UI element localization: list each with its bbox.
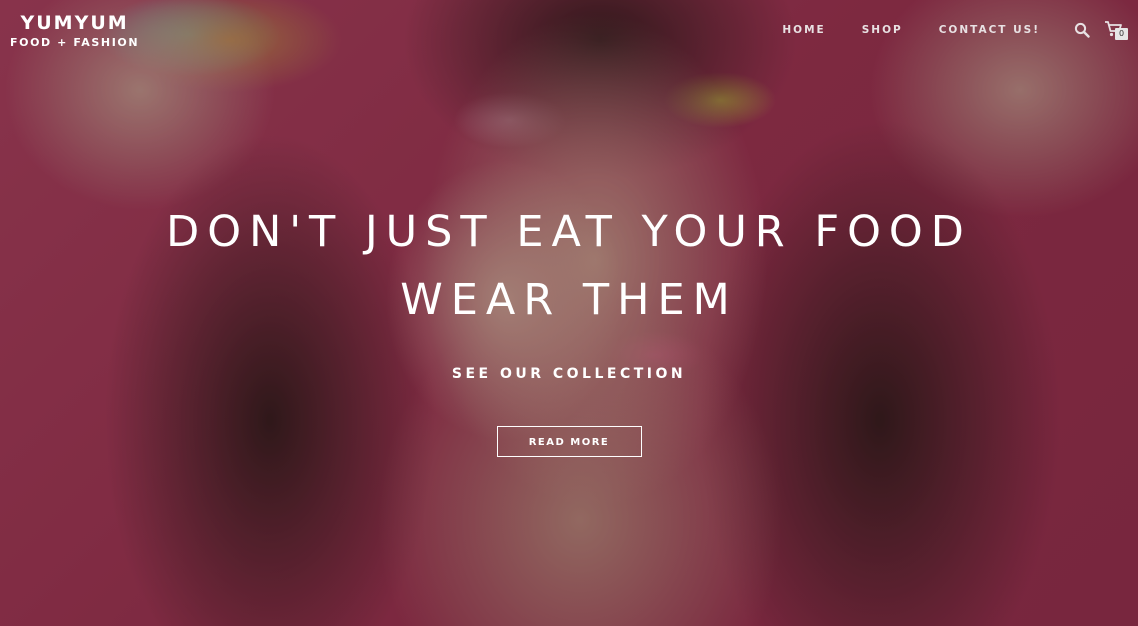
nav-item-shop[interactable]: SHOP xyxy=(862,24,903,36)
search-button[interactable] xyxy=(1074,22,1090,38)
brand-name: YUMYUM xyxy=(20,12,129,34)
hero-subtitle: SEE OUR COLLECTION xyxy=(451,366,687,382)
nav-item-home[interactable]: HOME xyxy=(782,24,825,36)
hero-section: YUMYUM FOOD + FASHION HOME SHOP CONTACT … xyxy=(0,0,1138,626)
nav-item-contact-us[interactable]: CONTACT US! xyxy=(939,24,1040,36)
search-icon xyxy=(1074,22,1090,38)
brand-tagline: FOOD + FASHION xyxy=(10,36,140,49)
main-nav: HOME SHOP CONTACT US! xyxy=(782,24,1040,36)
hero-headline-line-1: DON'T JUST EAT YOUR FOOD xyxy=(166,207,972,257)
brand-logo[interactable]: YUMYUM FOOD + FASHION xyxy=(10,12,139,50)
cart-count-badge: 0 xyxy=(1115,28,1128,40)
hero-content: DON'T JUST EAT YOUR FOOD WEAR THEM SEE O… xyxy=(0,198,1138,457)
hero-headline-line-2: WEAR THEM xyxy=(400,275,738,325)
read-more-button[interactable]: READ MORE xyxy=(496,426,642,457)
cart-button[interactable]: 0 xyxy=(1104,20,1130,42)
